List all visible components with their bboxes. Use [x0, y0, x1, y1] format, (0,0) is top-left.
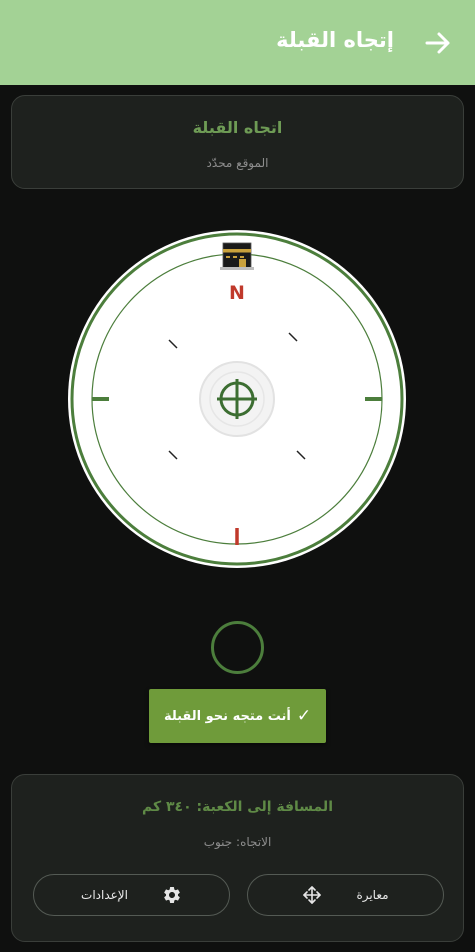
calibrate-label: معايرة [356, 888, 389, 902]
check-icon: ✓ [296, 706, 312, 726]
arrow-right-icon[interactable] [421, 26, 455, 60]
status-label: أنت متجه نحو القبلة [163, 708, 291, 724]
north-label: N [229, 282, 245, 304]
settings-button[interactable]: الإعدادات [33, 874, 230, 916]
qibla-compass: N [68, 230, 406, 568]
qibla-info-card: اتجاه القبلة الموقع محدّد [11, 95, 464, 189]
qibla-status-button[interactable]: ✓ أنت متجه نحو القبلة [149, 689, 326, 743]
kaaba-icon [220, 242, 254, 270]
distance-text: المسافة إلى الكعبة: ٣٤٠ كم [142, 799, 333, 815]
crosshair-icon [199, 361, 275, 437]
gear-icon [164, 887, 180, 903]
qibla-heading: اتجاه القبلة [192, 118, 283, 137]
alignment-indicator [211, 621, 264, 674]
page-title: إتجاه القبلة [276, 28, 394, 52]
location-status: الموقع محدّد [206, 156, 269, 170]
settings-label: الإعدادات [81, 888, 128, 902]
app-bar: إتجاه القبلة [0, 0, 475, 85]
move-icon [303, 886, 322, 904]
direction-text: الاتجاه: جنوب [203, 835, 272, 849]
distance-card: المسافة إلى الكعبة: ٣٤٠ كم الاتجاه: جنوب… [11, 774, 464, 942]
calibrate-button[interactable]: معايرة [247, 874, 444, 916]
